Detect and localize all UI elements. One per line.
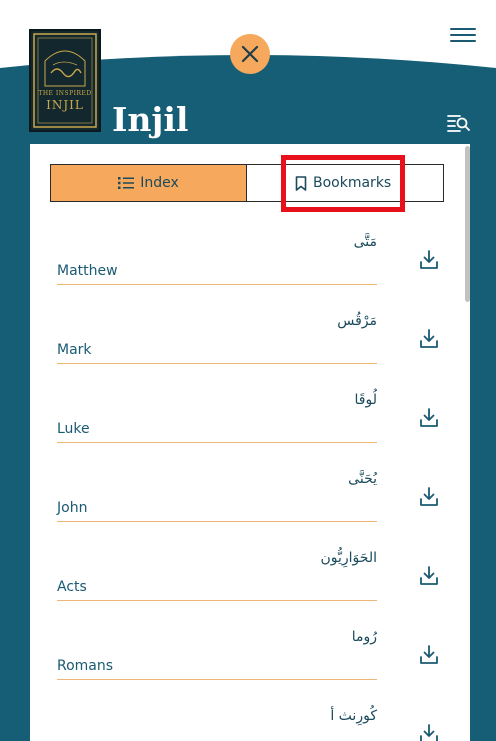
book-list-item[interactable]: لُوقَا Luke <box>57 392 439 462</box>
book-arabic-name: لُوقَا <box>354 392 377 408</box>
list-icon <box>118 177 135 189</box>
row-divider <box>57 521 377 522</box>
book-list-item[interactable]: الحَوَارِيُّون Acts <box>57 550 439 620</box>
book-english-name: John <box>57 500 88 516</box>
download-icon[interactable] <box>419 723 439 741</box>
book-english-name: Mark <box>57 342 92 358</box>
row-divider <box>57 284 377 285</box>
tab-bookmarks[interactable]: Bookmarks <box>247 165 443 201</box>
row-divider <box>57 442 377 443</box>
book-cover-image: THE INSPIRED INJIL <box>29 29 101 132</box>
tab-bar: Index Bookmarks <box>50 164 444 202</box>
book-list-item[interactable]: يُحَنَّى John <box>57 471 439 541</box>
book-english-name: Acts <box>57 579 87 595</box>
tab-index[interactable]: Index <box>51 165 247 201</box>
book-english-name: Romans <box>57 658 114 674</box>
book-cover-title: INJIL <box>46 98 84 112</box>
row-divider <box>57 600 377 601</box>
book-english-name: Luke <box>57 421 90 437</box>
download-icon[interactable] <box>419 644 439 666</box>
scrollbar[interactable] <box>465 146 470 302</box>
row-divider <box>57 679 377 680</box>
close-button[interactable] <box>230 34 270 74</box>
row-divider <box>57 363 377 364</box>
tab-index-label: Index <box>140 175 179 191</box>
book-arabic-name: يُحَنَّى <box>348 471 377 487</box>
download-icon[interactable] <box>419 486 439 508</box>
download-icon[interactable] <box>419 328 439 350</box>
close-icon <box>241 45 259 63</box>
book-arabic-name: مَتَّى <box>353 234 377 250</box>
book-arabic-name: كُورِنث أ <box>330 708 377 724</box>
hamburger-menu-icon[interactable] <box>450 24 476 46</box>
book-list-item[interactable]: كُورِنث أ <box>57 708 439 741</box>
book-list-item[interactable]: مَتَّى Matthew <box>57 234 439 304</box>
book-list-item[interactable]: مَرْقُس Mark <box>57 313 439 383</box>
bookmark-icon <box>295 175 307 191</box>
book-list-item[interactable]: رُوما Romans <box>57 629 439 699</box>
download-icon[interactable] <box>419 407 439 429</box>
book-cover-subtitle: THE INSPIRED <box>38 90 92 97</box>
tab-bookmarks-label: Bookmarks <box>313 175 392 191</box>
book-arabic-name: رُوما <box>351 629 377 645</box>
download-icon[interactable] <box>419 249 439 271</box>
book-arabic-name: مَرْقُس <box>337 313 377 329</box>
book-arabic-name: الحَوَارِيُّون <box>320 550 378 566</box>
book-english-name: Matthew <box>57 263 118 279</box>
app-title: Injil <box>112 100 189 139</box>
download-icon[interactable] <box>419 565 439 587</box>
search-list-icon[interactable] <box>447 113 471 133</box>
